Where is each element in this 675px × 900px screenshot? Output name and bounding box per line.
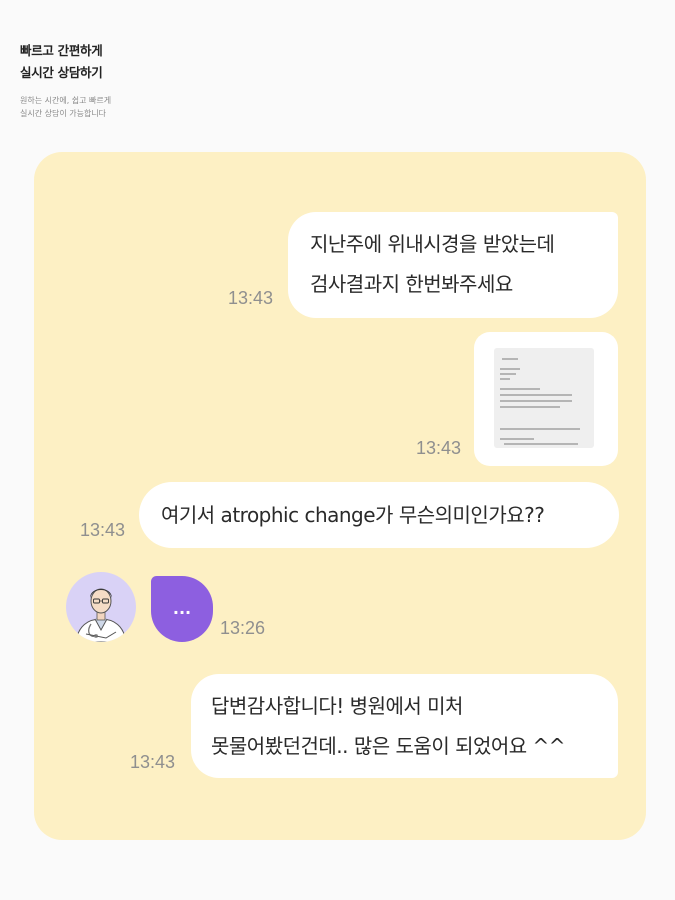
message-text-line: 여기서 atrophic change가 무슨의미인가요??: [161, 503, 545, 527]
user-message-bubble: 지난주에 위내시경을 받았는데 검사결과지 한번봐주세요: [288, 212, 618, 318]
message-text-line: 검사결과지 한번봐주세요: [310, 272, 513, 296]
message-time: 13:43: [228, 288, 274, 308]
typing-indicator-bubble: ...: [151, 576, 213, 642]
message-time: 13:43: [416, 438, 462, 458]
header-title-line1: 빠르고 간편하게: [20, 43, 103, 58]
message-time: 13:43: [130, 752, 176, 772]
message-text-line: 답변감사합니다! 병원에서 미처: [211, 694, 463, 718]
image-message-bubble[interactable]: [474, 332, 618, 466]
chat-panel: 지난주에 위내시경을 받았는데 검사결과지 한번봐주세요 13:43 13:43…: [34, 152, 646, 840]
message-text-line: 못물어봤던건데.. 많은 도움이 되었어요 ^^: [211, 734, 566, 758]
message-text-line: 지난주에 위내시경을 받았는데: [310, 232, 555, 256]
message-time: 13:26: [220, 618, 266, 638]
user-message-bubble: 답변감사합니다! 병원에서 미처 못물어봤던건데.. 많은 도움이 되었어요 ^…: [191, 674, 618, 778]
header-title-line2: 실시간 상담하기: [20, 65, 103, 80]
intro-header: 빠르고 간편하게 실시간 상담하기 원하는 시간에, 쉽고 빠르게 실시간 상담…: [20, 40, 111, 120]
doctor-avatar-icon: [66, 572, 136, 642]
message-time: 13:43: [80, 520, 126, 540]
header-subtitle-line2: 실시간 상담이 가능합니다: [20, 109, 107, 118]
user-message-bubble: 여기서 atrophic change가 무슨의미인가요??: [139, 482, 619, 548]
header-subtitle-line1: 원하는 시간에, 쉽고 빠르게: [20, 96, 112, 105]
document-thumbnail-icon: [494, 348, 594, 448]
